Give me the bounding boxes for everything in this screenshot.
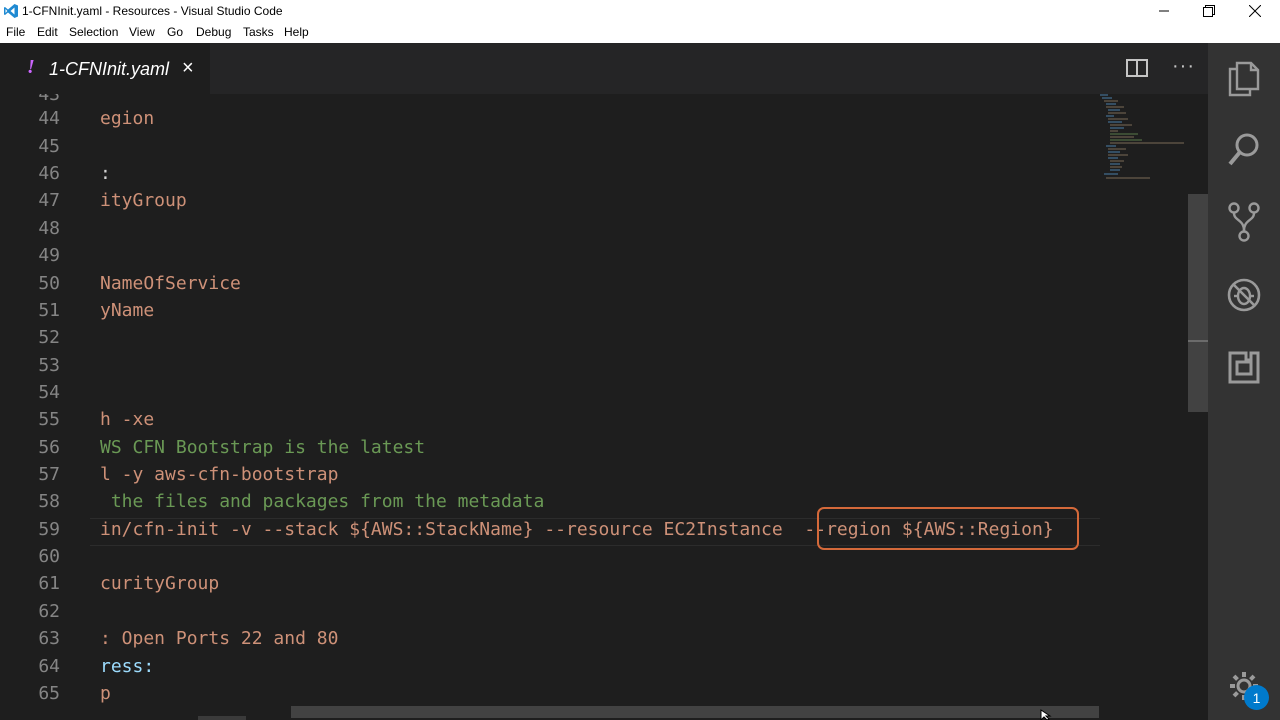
line-number: 58	[38, 491, 60, 512]
line-number: 63	[38, 628, 60, 649]
window-title: 1-CFNInit.yaml - Resources - Visual Stud…	[22, 4, 283, 18]
code-line: curityGroup	[100, 573, 220, 594]
menu-debug[interactable]: Debug	[196, 25, 231, 39]
code-line: l -y aws-cfn-bootstrap	[100, 464, 339, 485]
tab-1-cfninit-yaml[interactable]: ! 1-CFNInit.yaml ×	[0, 43, 210, 94]
line-number: 60	[38, 546, 60, 567]
line-number: 59	[38, 519, 60, 540]
code-line: p	[100, 683, 111, 704]
line-number: 62	[38, 601, 60, 622]
menu-bar: File Edit Selection View Go Debug Tasks …	[0, 22, 1280, 43]
code-line: NameOfService	[100, 273, 241, 294]
vscode-logo-icon	[4, 4, 18, 18]
line-number: 64	[38, 656, 60, 677]
code-line: egion	[100, 108, 155, 129]
code-line: :	[100, 163, 111, 184]
editor[interactable]: 43 44 egion 45 46 : 47 ityGroup 48 49 50…	[0, 94, 1188, 720]
line-number: 52	[38, 327, 60, 348]
code-line: yName	[100, 300, 155, 321]
line-number: 65	[38, 683, 60, 704]
code-key-line: ress:	[100, 656, 155, 677]
region-annotation-box	[817, 507, 1079, 550]
line-number: 50	[38, 273, 60, 294]
explorer-icon[interactable]	[1226, 59, 1262, 97]
line-number: 56	[38, 437, 60, 458]
tab-bar: ! 1-CFNInit.yaml ×	[0, 43, 1208, 94]
activity-bar	[1208, 43, 1280, 720]
line-number: 46	[38, 163, 60, 184]
code-line: ityGroup	[100, 190, 187, 211]
line-number: 47	[38, 190, 60, 211]
restore-icon[interactable]	[1186, 0, 1232, 22]
search-icon[interactable]	[1226, 131, 1262, 169]
code-line: h -xe	[100, 409, 155, 430]
menu-go[interactable]: Go	[167, 25, 183, 39]
line-number: 43	[38, 94, 60, 105]
menu-tasks[interactable]: Tasks	[243, 25, 274, 39]
code-comment-line: WS CFN Bootstrap is the latest	[100, 437, 426, 458]
line-number: 51	[38, 300, 60, 321]
line-number: 55	[38, 409, 60, 430]
line-number: 45	[38, 136, 60, 157]
horizontal-scroll-indicator	[198, 716, 246, 720]
line-number: 49	[38, 245, 60, 266]
menu-edit[interactable]: Edit	[37, 25, 58, 39]
menu-selection[interactable]: Selection	[69, 25, 118, 39]
horizontal-scrollbar-thumb[interactable]	[291, 706, 1099, 718]
line-number: 57	[38, 464, 60, 485]
code-comment-line: the files and packages from the metadata	[100, 491, 545, 512]
scrollbar-marker	[1188, 340, 1208, 342]
menu-help[interactable]: Help	[284, 25, 309, 39]
minimap[interactable]	[1098, 94, 1188, 194]
extensions-icon[interactable]	[1226, 349, 1262, 387]
title-bar: 1-CFNInit.yaml - Resources - Visual Stud…	[0, 0, 1280, 22]
warning-indicator-icon: !	[27, 56, 35, 78]
tab-close-icon[interactable]: ×	[182, 57, 194, 80]
source-control-icon[interactable]	[1226, 201, 1262, 243]
code-line: : Open Ports 22 and 80	[100, 628, 339, 649]
line-number: 44	[38, 108, 60, 129]
menu-file[interactable]: File	[6, 25, 25, 39]
vertical-scrollbar-thumb[interactable]	[1188, 194, 1208, 412]
line-number: 54	[38, 382, 60, 403]
minimize-icon[interactable]	[1141, 0, 1187, 22]
line-number: 53	[38, 355, 60, 376]
line-number: 61	[38, 573, 60, 594]
tab-filename: 1-CFNInit.yaml	[49, 59, 170, 79]
menu-view[interactable]: View	[129, 25, 155, 39]
debug-icon[interactable]	[1226, 276, 1262, 314]
close-icon[interactable]	[1232, 0, 1278, 22]
split-editor-icon[interactable]	[1126, 59, 1148, 77]
settings-update-badge: 1	[1244, 685, 1269, 710]
more-actions-icon[interactable]: ···	[1172, 55, 1195, 78]
line-number: 48	[38, 218, 60, 239]
mouse-cursor-icon	[1040, 709, 1052, 720]
